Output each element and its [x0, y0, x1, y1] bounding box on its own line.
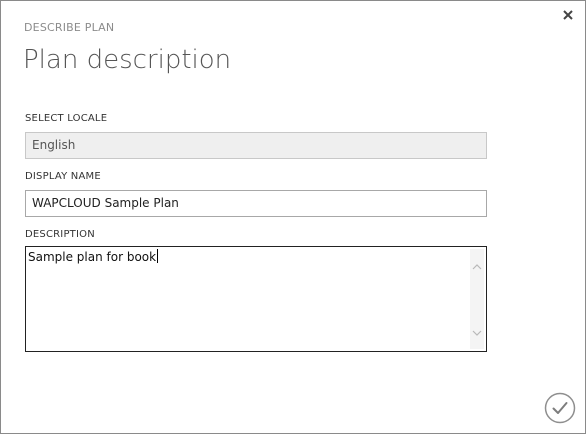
checkmark-icon[interactable] — [544, 392, 576, 424]
dialog-window: DESCRIBE PLAN Plan description SELECT LO… — [0, 0, 586, 434]
dialog-subtitle: DESCRIBE PLAN — [24, 21, 115, 34]
locale-label: SELECT LOCALE — [25, 113, 108, 124]
page-title: Plan description — [23, 45, 232, 75]
textarea-scrollbar[interactable] — [470, 249, 484, 349]
chevron-down-icon[interactable] — [472, 329, 482, 337]
display-name-input[interactable]: WAPCLOUD Sample Plan — [25, 190, 487, 217]
text-caret — [157, 249, 159, 263]
locale-select[interactable]: English — [25, 132, 487, 159]
display-name-label: DISPLAY NAME — [25, 171, 101, 182]
description-textarea[interactable]: Sample plan for book — [25, 246, 487, 352]
description-text: Sample plan for book — [28, 250, 157, 264]
description-label: DESCRIPTION — [25, 229, 95, 240]
close-icon[interactable] — [561, 8, 575, 22]
chevron-up-icon[interactable] — [472, 263, 482, 271]
